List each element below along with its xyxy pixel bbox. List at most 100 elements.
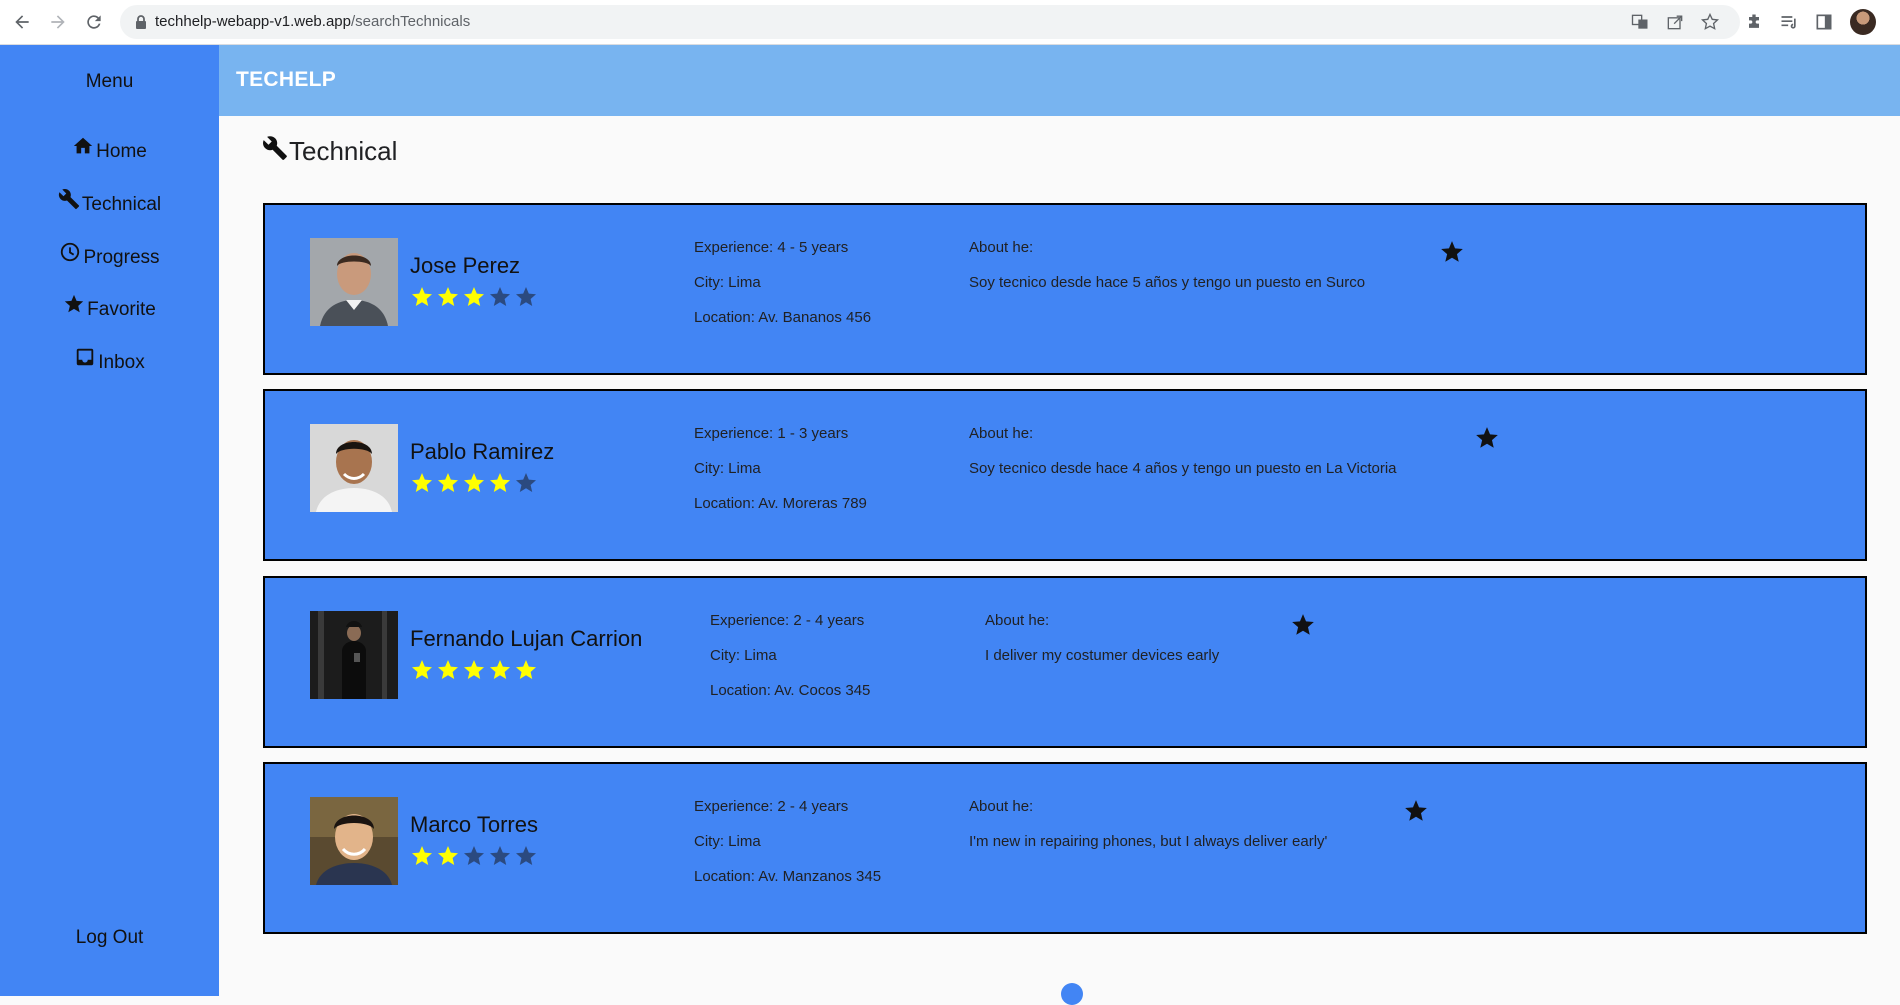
- sidebar-item-home[interactable]: Home: [0, 135, 219, 169]
- about-text: I deliver my costumer devices early: [985, 647, 1220, 664]
- lock-icon: [136, 15, 146, 29]
- experience-text: Experience: 1 - 3 years: [694, 425, 849, 442]
- star-empty-icon: [516, 287, 536, 306]
- city-text: City: Lima: [710, 647, 777, 664]
- bookmark-star-icon[interactable]: [1698, 10, 1722, 34]
- favorite-star-icon[interactable]: [1474, 425, 1500, 451]
- technician-card[interactable]: Fernando Lujan Carrion Experience: 2 - 4…: [263, 576, 1867, 748]
- about-section: About he: I'm new in repairing phones, b…: [969, 797, 1327, 867]
- technician-name[interactable]: Marco Torres: [410, 812, 538, 838]
- location-text: Location: Av. Cocos 345: [710, 682, 871, 699]
- technician-info: Experience: 1 - 3 years City: Lima Locat…: [694, 424, 867, 529]
- home-icon: [73, 137, 93, 154]
- rating-stars: [410, 844, 538, 868]
- logout-button[interactable]: Log Out: [0, 927, 219, 949]
- city-text: City: Lima: [694, 274, 761, 291]
- technician-info: Experience: 4 - 5 years City: Lima Locat…: [694, 238, 871, 343]
- sidebar-item-progress[interactable]: Progress: [0, 241, 219, 275]
- about-label: About he:: [985, 612, 1050, 629]
- technician-name[interactable]: Fernando Lujan Carrion: [410, 626, 642, 652]
- about-section: About he: I deliver my costumer devices …: [985, 611, 1219, 681]
- about-text: Soy tecnico desde hace 4 años y tengo un…: [969, 460, 1397, 477]
- technician-card[interactable]: Marco Torres Experience: 2 - 4 years Cit…: [263, 762, 1867, 934]
- about-text: Soy tecnico desde hace 5 años y tengo un…: [969, 274, 1366, 291]
- star-filled-icon: [438, 660, 458, 679]
- experience-text: Experience: 2 - 4 years: [710, 612, 865, 629]
- star-filled-icon: [438, 846, 458, 865]
- wrench-icon: [263, 135, 287, 160]
- technician-photo: [310, 238, 398, 326]
- sidebar-item-inbox[interactable]: Inbox: [0, 346, 219, 380]
- sidebar-item-label: Favorite: [87, 299, 156, 320]
- app-brand: TECHELP: [236, 68, 337, 91]
- about-label: About he:: [969, 425, 1034, 442]
- forward-icon[interactable]: [46, 10, 70, 34]
- sidebar: Menu Home Technical Progress Favorite In…: [0, 45, 219, 996]
- star-filled-icon: [464, 473, 484, 492]
- technician-photo: [310, 797, 398, 885]
- about-section: About he: Soy tecnico desde hace 5 años …: [969, 238, 1365, 308]
- about-text: I'm new in repairing phones, but I alway…: [969, 833, 1328, 850]
- experience-text: Experience: 2 - 4 years: [694, 798, 849, 815]
- star-empty-icon: [490, 287, 510, 306]
- technician-name[interactable]: Jose Perez: [410, 253, 520, 279]
- star-filled-icon: [490, 660, 510, 679]
- star-filled-icon: [464, 660, 484, 679]
- star-filled-icon: [464, 287, 484, 306]
- extensions-icon[interactable]: [1742, 10, 1766, 34]
- location-text: Location: Av. Manzanos 345: [694, 868, 882, 885]
- location-text: Location: Av. Bananos 456: [694, 309, 872, 326]
- technician-name[interactable]: Pablo Ramirez: [410, 439, 554, 465]
- clock-icon: [61, 242, 80, 262]
- share-icon[interactable]: [1663, 10, 1687, 34]
- translate-icon[interactable]: [1628, 10, 1652, 34]
- experience-text: Experience: 4 - 5 years: [694, 239, 849, 256]
- wrench-icon: [58, 189, 79, 210]
- favorite-star-icon[interactable]: [1439, 239, 1465, 265]
- page-title: Technical: [262, 135, 398, 167]
- star-filled-icon: [412, 846, 432, 865]
- star-filled-icon: [412, 287, 432, 306]
- browser-toolbar: techhelp-webapp-v1.web.app/searchTechnic…: [0, 0, 1900, 45]
- technician-card[interactable]: Pablo Ramirez Experience: 1 - 3 years Ci…: [263, 389, 1867, 561]
- star-icon: [65, 294, 84, 313]
- page-title-text: Technical: [289, 136, 398, 166]
- technician-photo: [310, 611, 398, 699]
- media-queue-icon[interactable]: [1777, 10, 1801, 34]
- star-empty-icon: [516, 473, 536, 492]
- sidebar-item-label: Progress: [83, 247, 160, 268]
- about-label: About he:: [969, 239, 1034, 256]
- about-label: About he:: [969, 798, 1034, 815]
- app-header: TECHELP: [219, 45, 1900, 116]
- side-panel-icon[interactable]: [1812, 10, 1836, 34]
- sidebar-item-label: Home: [96, 141, 147, 162]
- technician-card[interactable]: Jose Perez Experience: 4 - 5 years City:…: [263, 203, 1867, 375]
- star-filled-icon: [412, 660, 432, 679]
- sidebar-item-label: Inbox: [98, 352, 145, 373]
- location-text: Location: Av. Moreras 789: [694, 495, 867, 512]
- sidebar-title: Menu: [85, 71, 134, 92]
- scroll-indicator[interactable]: [1061, 983, 1083, 1005]
- star-filled-icon: [490, 473, 510, 492]
- sidebar-item-label: Technical: [81, 194, 162, 215]
- inbox-icon: [77, 348, 94, 366]
- rating-stars: [410, 658, 538, 682]
- back-icon[interactable]: [10, 10, 34, 34]
- favorite-star-icon[interactable]: [1403, 798, 1429, 824]
- star-filled-icon: [516, 660, 536, 679]
- city-text: City: Lima: [694, 460, 761, 477]
- technician-info: Experience: 2 - 4 years City: Lima Locat…: [710, 611, 870, 716]
- reload-icon[interactable]: [82, 10, 106, 34]
- address-bar[interactable]: techhelp-webapp-v1.web.app/searchTechnic…: [120, 5, 1740, 39]
- star-filled-icon: [438, 473, 458, 492]
- url-text: techhelp-webapp-v1.web.app/searchTechnic…: [155, 13, 471, 30]
- star-empty-icon: [464, 846, 484, 865]
- rating-stars: [410, 471, 538, 495]
- rating-stars: [410, 285, 538, 309]
- profile-avatar[interactable]: [1850, 9, 1876, 35]
- favorite-star-icon[interactable]: [1290, 612, 1316, 638]
- sidebar-item-technical[interactable]: Technical: [0, 188, 219, 222]
- sidebar-item-favorite[interactable]: Favorite: [0, 293, 219, 327]
- about-section: About he: Soy tecnico desde hace 4 años …: [969, 424, 1397, 494]
- star-filled-icon: [412, 473, 432, 492]
